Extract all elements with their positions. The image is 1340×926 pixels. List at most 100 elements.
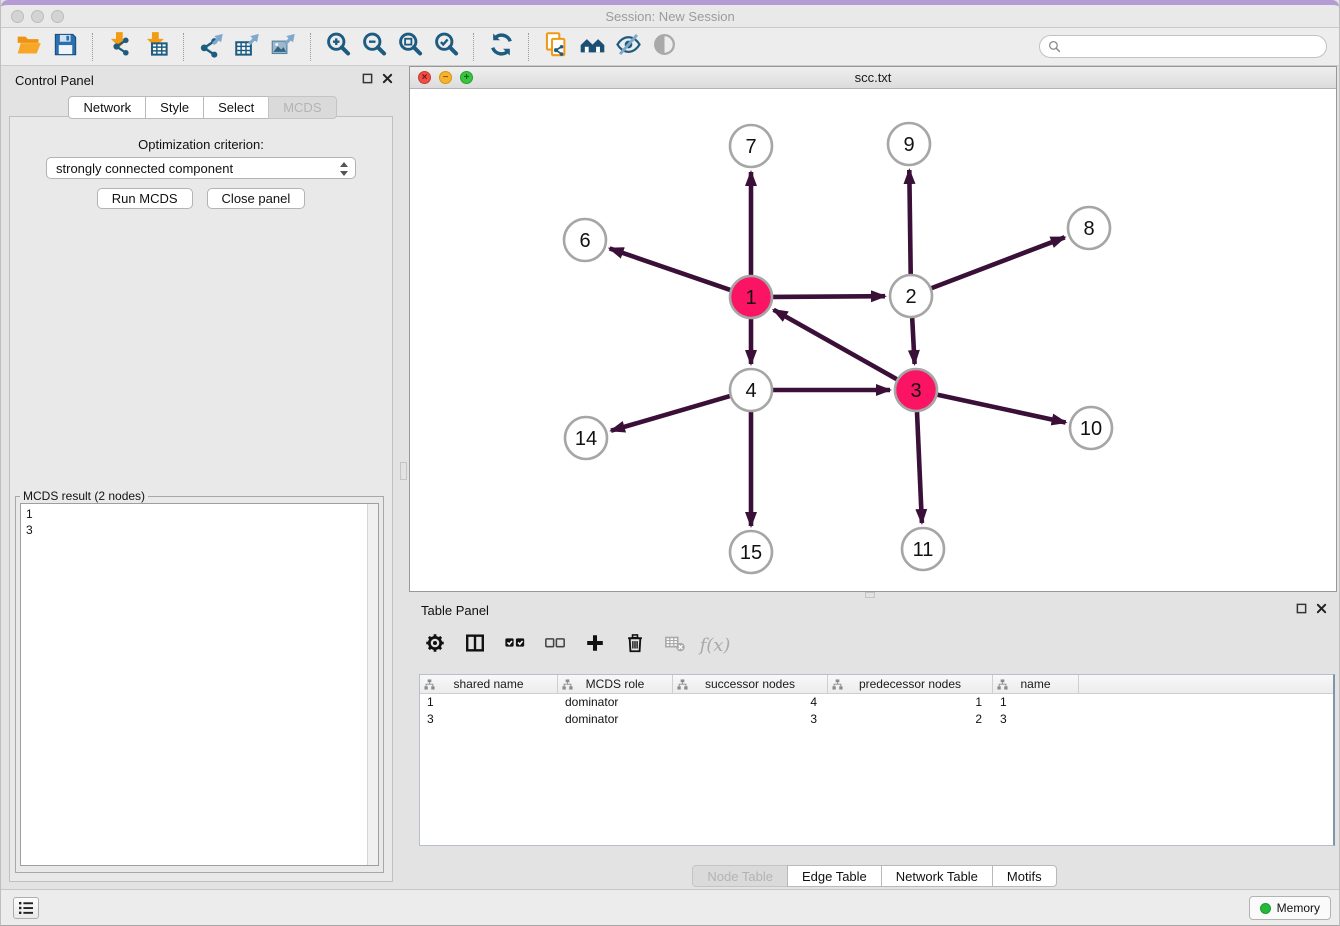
graph-node-9[interactable]: 9 [888,123,930,165]
network-canvas[interactable]: 7 9 6 8 1 2 4 3 14 10 15 11 [410,89,1336,591]
svg-text:9: 9 [903,134,914,156]
cell-predecessor-nodes[interactable]: 1 [828,694,993,711]
table-row[interactable]: 3dominator323 [420,711,1333,728]
graph-node-1[interactable]: 1 [730,276,772,318]
column-header-predecessor-nodes[interactable]: predecessor nodes [828,675,993,694]
refresh-network-button[interactable] [483,31,519,63]
graph-node-3[interactable]: 3 [895,369,937,411]
zoom-fit-button[interactable] [392,31,428,63]
graph-node-8[interactable]: 8 [1068,207,1110,249]
column-header-name[interactable]: name [993,675,1079,694]
cell-successor-nodes[interactable]: 4 [673,694,828,711]
tab-motifs[interactable]: Motifs [992,865,1057,887]
table-panel: Table Panel f(x) shared nameMCDS rolesuc… [409,596,1340,890]
import-table-icon [143,31,170,63]
delete-row-button[interactable] [623,633,647,657]
edge-3-1[interactable] [774,310,897,379]
graph-node-14[interactable]: 14 [565,417,607,459]
edge-2-3[interactable] [912,318,914,364]
tab-edge-table[interactable]: Edge Table [787,865,882,887]
table-row[interactable]: 1dominator411 [420,694,1333,711]
graph-node-2[interactable]: 2 [890,275,932,317]
vertical-split-handle[interactable] [400,462,407,480]
export-image-button[interactable] [265,31,301,63]
tab-select[interactable]: Select [203,96,269,119]
mcds-result-textarea[interactable]: 13 [20,503,379,866]
graph-node-15[interactable]: 15 [730,531,772,573]
svg-text:3: 3 [910,380,921,402]
close-table-panel-icon[interactable] [1316,603,1327,614]
graph-node-7[interactable]: 7 [730,125,772,167]
tab-node-table[interactable]: Node Table [692,865,788,887]
zoom-in-button[interactable] [320,31,356,63]
svg-text:15: 15 [740,542,762,564]
column-header-successor-nodes[interactable]: successor nodes [673,675,828,694]
graphics-details-button[interactable] [610,31,646,63]
column-header-MCDS-role[interactable]: MCDS role [558,675,673,694]
save-session-icon [52,31,79,63]
edge-3-11[interactable] [917,412,922,523]
settings-gear-button[interactable] [423,633,447,657]
tab-network[interactable]: Network [68,96,146,119]
cell-name[interactable]: 1 [993,694,1079,711]
memory-button[interactable]: Memory [1249,896,1331,920]
cell-MCDS-role[interactable]: dominator [558,694,673,711]
application-window: Session: New Session Control Panel Netwo… [0,0,1340,926]
tab-network-table[interactable]: Network Table [881,865,993,887]
cell-successor-nodes[interactable]: 3 [673,711,828,728]
columns-icon [464,632,486,659]
cell-name[interactable]: 3 [993,711,1079,728]
export-network-button[interactable] [193,31,229,63]
close-panel-icon[interactable] [382,73,393,84]
edge-1-6[interactable] [610,248,731,290]
graph-node-10[interactable]: 10 [1070,407,1112,449]
graphics-details-icon [615,31,642,63]
graph-node-6[interactable]: 6 [564,219,606,261]
graph-node-11[interactable]: 11 [902,528,944,570]
edge-1-2[interactable] [773,296,885,297]
deselect-all-button[interactable] [543,633,567,657]
edge-2-8[interactable] [932,237,1065,288]
column-header-shared-name[interactable]: shared name [420,675,558,694]
destroy-table-icon [664,632,686,659]
cell-shared-name[interactable]: 1 [420,694,558,711]
export-table-button[interactable] [229,31,265,63]
open-session-button[interactable] [11,31,47,63]
memory-label: Memory [1277,901,1320,915]
select-all-button[interactable] [503,633,527,657]
tab-style[interactable]: Style [145,96,204,119]
edge-2-9[interactable] [909,170,910,274]
import-network-button[interactable] [102,31,138,63]
result-scrollbar[interactable] [367,504,378,865]
destroy-table-button[interactable] [663,633,687,657]
import-table-button[interactable] [138,31,174,63]
optimization-criterion-select[interactable]: strongly connected component [46,157,356,179]
float-panel-icon[interactable] [362,73,373,84]
graph-node-4[interactable]: 4 [730,369,772,411]
columns-button[interactable] [463,633,487,657]
search-input[interactable] [1066,40,1318,54]
edge-4-14[interactable] [611,396,730,431]
task-history-button[interactable] [13,897,39,919]
zoom-selected-button[interactable] [428,31,464,63]
save-session-button[interactable] [47,31,83,63]
search-field[interactable] [1039,35,1327,58]
cell-predecessor-nodes[interactable]: 2 [828,711,993,728]
duplicate-network-button[interactable] [538,31,574,63]
float-table-panel-icon[interactable] [1296,603,1307,614]
network-overview-button[interactable] [574,31,610,63]
svg-text:14: 14 [575,428,597,450]
mcds-result-legend: MCDS result (2 nodes) [20,489,148,503]
cell-shared-name[interactable]: 3 [420,711,558,728]
zoom-out-button[interactable] [356,31,392,63]
close-panel-button[interactable]: Close panel [207,188,306,209]
add-row-button[interactable] [583,633,607,657]
cell-MCDS-role[interactable]: dominator [558,711,673,728]
tab-mcds[interactable]: MCDS [268,96,336,119]
run-mcds-button[interactable]: Run MCDS [97,188,193,209]
duplicate-network-icon [543,31,570,63]
edge-3-10[interactable] [938,395,1066,423]
function-builder-button[interactable]: f(x) [703,633,727,657]
lens-button[interactable] [646,31,682,63]
control-panel: Control Panel NetworkStyleSelectMCDS Opt… [7,66,399,886]
